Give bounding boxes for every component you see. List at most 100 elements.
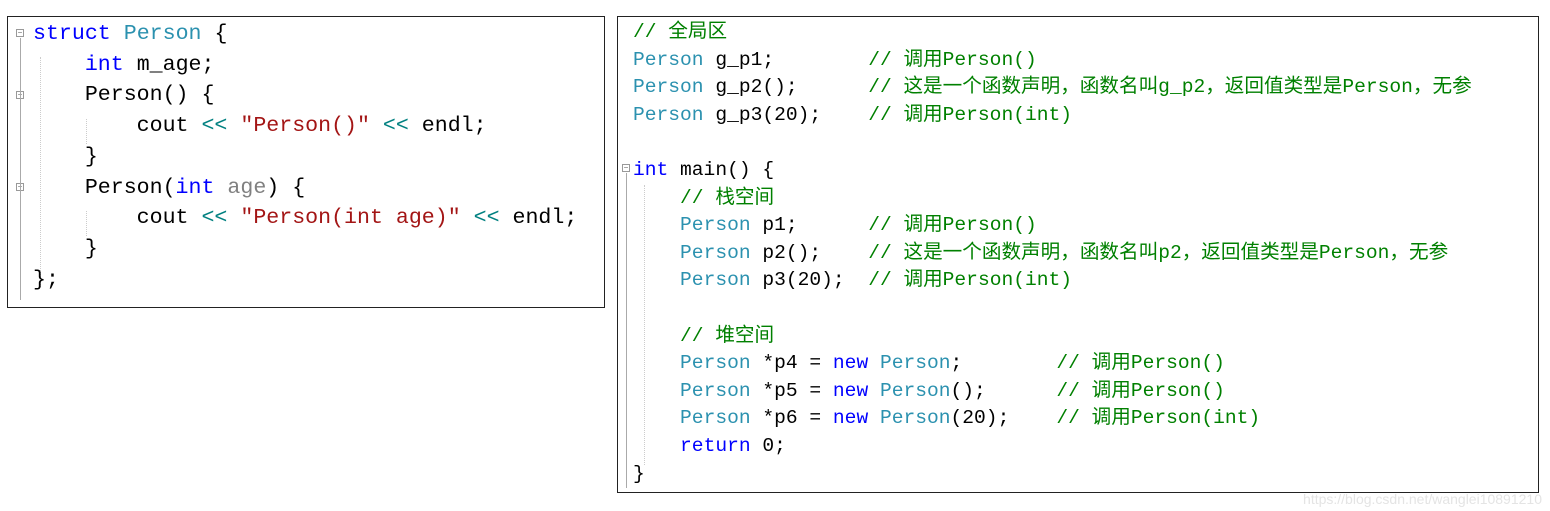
- code-token: // 栈空间: [680, 186, 775, 209]
- collapse-icon[interactable]: −: [16, 29, 24, 38]
- code-token: <<: [201, 114, 228, 139]
- code-token: Person: [680, 269, 751, 292]
- code-token: };: [33, 267, 59, 292]
- code-line: Person p3(20); // 调用Person(int): [633, 266, 1072, 294]
- code-line: cout << "Person(int age)" << endl;: [33, 204, 578, 232]
- code-token: Person: [680, 241, 751, 264]
- code-token: "Person(int age)": [240, 206, 461, 231]
- code-token: int: [175, 175, 215, 200]
- collapse-icon[interactable]: −: [622, 164, 630, 173]
- code-token: g_p1;: [703, 48, 869, 71]
- code-token: <<: [382, 114, 409, 139]
- code-token: "Person()": [240, 114, 370, 139]
- code-token: struct: [33, 22, 111, 46]
- code-token: // 调用Person(): [1056, 352, 1225, 375]
- code-token: // 这是一个函数声明，函数名叫g_p2，返回值类型是Person，无参: [868, 76, 1472, 99]
- code-token: }: [33, 144, 98, 169]
- code-token: new: [832, 379, 869, 402]
- struct-code-panel: − − − struct Person { int m_age; Person(…: [7, 16, 605, 308]
- code-token: ;: [950, 352, 1057, 375]
- code-token: cout: [33, 206, 202, 231]
- code-token: endl;: [408, 114, 487, 139]
- code-token: ) {: [266, 175, 306, 200]
- code-token: Person: [879, 379, 951, 402]
- code-token: m_age;: [123, 52, 215, 77]
- code-token: int: [84, 52, 124, 77]
- code-token: // 调用Person(): [868, 214, 1037, 237]
- code-line: // 栈空间: [633, 184, 774, 212]
- code-token: *p4 =: [750, 352, 833, 375]
- code-token: return: [680, 435, 751, 457]
- code-line: Person g_p2(); // 这是一个函数声明，函数名叫g_p2，返回值类…: [633, 73, 1472, 101]
- code-line: int m_age;: [33, 51, 215, 79]
- code-line: Person g_p1; // 调用Person(): [633, 46, 1037, 74]
- code-line: Person *p4 = new Person; // 调用Person(): [633, 349, 1225, 377]
- code-token: age: [227, 175, 267, 200]
- code-token: new: [832, 407, 869, 430]
- code-token: Person: [633, 48, 704, 71]
- code-line: cout << "Person()" << endl;: [33, 112, 487, 140]
- code-token: Person: [879, 407, 951, 430]
- code-token: }: [33, 236, 98, 261]
- code-line: // 堆空间: [633, 322, 774, 350]
- code-token: endl;: [499, 206, 578, 231]
- code-token: // 调用Person(int): [868, 103, 1072, 126]
- code-token: int: [633, 159, 669, 181]
- code-line: Person *p5 = new Person(); // 调用Person(): [633, 377, 1225, 405]
- code-token: p2();: [750, 241, 869, 264]
- code-token: {: [201, 22, 228, 46]
- main-code-panel: − // 全局区 Person g_p1; // 调用Person() Person…: [617, 16, 1539, 493]
- code-token: Person: [633, 76, 704, 99]
- code-line: Person p1; // 调用Person(): [633, 211, 1037, 239]
- code-token: new: [832, 352, 869, 375]
- code-token: Person: [633, 103, 704, 126]
- code-token: g_p3(20);: [703, 103, 869, 126]
- code-token: *p5 =: [750, 379, 833, 402]
- code-token: Person: [680, 214, 751, 237]
- code-token: main() {: [668, 159, 775, 181]
- code-token: // 调用Person(): [1056, 379, 1225, 402]
- code-token: ();: [950, 379, 1057, 402]
- code-token: (20);: [950, 407, 1057, 430]
- code-token: // 堆空间: [680, 324, 775, 347]
- watermark: https://blog.csdn.net/wanglei10891210: [1303, 491, 1542, 507]
- code-token: Person: [680, 407, 751, 430]
- code-line: Person *p6 = new Person(20); // 调用Person…: [633, 404, 1260, 432]
- code-line: int main() {: [633, 156, 774, 184]
- code-token: Person() {: [33, 83, 215, 108]
- code-token: 0;: [750, 435, 786, 457]
- code-token: Person: [680, 379, 751, 402]
- code-token: p1;: [750, 214, 869, 237]
- code-token: Person(: [33, 175, 176, 200]
- code-line: }: [33, 143, 98, 171]
- code-token: cout: [33, 114, 202, 139]
- code-line: Person() {: [33, 81, 215, 109]
- code-token: Person: [680, 352, 751, 375]
- code-token: p3(20);: [750, 269, 869, 292]
- code-line: }: [33, 235, 98, 263]
- code-line: return 0;: [633, 432, 786, 460]
- code-line: Person g_p3(20); // 调用Person(int): [633, 101, 1072, 129]
- code-line: };: [33, 266, 59, 294]
- code-line: }: [633, 460, 645, 488]
- code-token: Person: [879, 352, 951, 375]
- code-token: <<: [201, 206, 228, 231]
